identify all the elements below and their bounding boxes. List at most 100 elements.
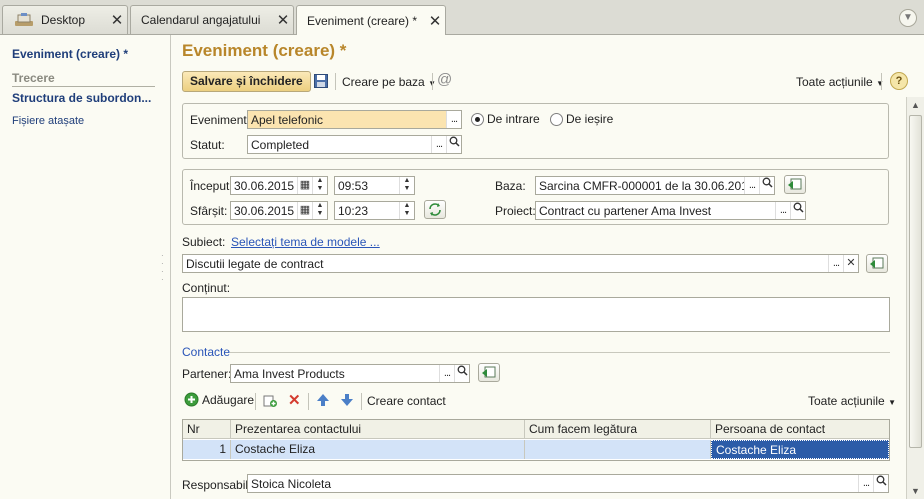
toolbar-separator [255,393,256,410]
add-icon [184,392,199,407]
calendar-icon[interactable]: ▦ [297,202,312,219]
column-header-person[interactable]: Persoana de contact [711,420,889,439]
column-header-nr[interactable]: Nr [183,420,231,439]
search-icon[interactable] [759,177,774,194]
save-icon[interactable] [314,74,328,88]
close-icon[interactable]: ✕ [273,11,293,29]
radio-selected-icon [471,112,484,126]
column-header-presentation[interactable]: Prezentarea contactului [231,420,525,439]
end-time-value: 10:23 [338,204,369,218]
project-field[interactable]: Contract cu partener Ama Invest ... [535,201,806,220]
spin-updown-icon[interactable]: ▲ ▼ [399,177,414,194]
start-date-field[interactable]: 30.06.2015 ▦ ▲ ▼ [230,176,328,195]
open-partner-button[interactable] [478,363,500,382]
tab-label: Desktop [41,13,86,27]
home-icon [13,12,35,28]
content-label: Conținut: [182,281,231,295]
select-dots-icon[interactable]: ... [431,136,446,153]
row-presentation[interactable]: Costache Eliza [231,440,525,459]
help-button[interactable]: ? [890,72,908,90]
clear-icon[interactable]: ✕ [843,255,858,272]
vertical-scrollbar[interactable]: ▲ ▼ [906,97,924,499]
event-field[interactable]: Apel telefonic ... [247,110,462,129]
schedule-group: Început: 30.06.2015 ▦ ▲ ▼ 09:53 ▲ ▼ Sfârși… [182,169,889,225]
scroll-up-icon[interactable]: ▲ [907,97,924,113]
direction-in-radio[interactable]: De intrare [471,112,540,126]
select-dots-icon[interactable]: ... [446,111,461,128]
event-group: Eveniment: Apel telefonic ... De intrare… [182,103,889,159]
subject-field[interactable]: Discutii legate de contract ... ✕ [182,254,859,273]
tab-desktop[interactable]: Desktop ✕ [2,5,128,34]
delete-icon[interactable]: ✕ [288,391,301,409]
tab-label: Calendarul angajatului [141,13,261,27]
email-at-icon[interactable]: @ [437,71,452,88]
select-dots-icon[interactable]: ... [744,177,759,194]
create-contact-button[interactable]: Creare contact [367,394,446,408]
copy-icon[interactable] [263,393,278,411]
end-time-field[interactable]: 10:23 ▲ ▼ [334,201,415,220]
start-time-field[interactable]: 09:53 ▲ ▼ [334,176,415,195]
tab-event-create[interactable]: Eveniment (creare) * ✕ [296,5,446,35]
partner-label: Partener: [182,367,232,381]
search-icon[interactable] [454,365,469,382]
scrollbar-thumb[interactable] [909,115,922,448]
open-subject-button[interactable] [866,254,888,273]
radio-empty-icon [550,112,563,126]
tab-calendar[interactable]: Calendarul angajatului ✕ [130,5,294,34]
spin-updown-icon[interactable]: ▲ ▼ [312,202,327,219]
direction-out-radio[interactable]: De ieșire [550,112,613,126]
nav-structure-link[interactable]: Structura de subordon... [12,91,151,105]
open-form-icon [870,257,884,269]
save-close-button[interactable]: Salvare și închidere [182,71,311,92]
status-field[interactable]: Completed ... [247,135,462,154]
contacts-all-actions-menu[interactable]: Toate acțiunile ▼ [808,394,896,408]
all-actions-menu[interactable]: Toate acțiunile ▼ [796,75,884,89]
add-contact-button[interactable]: Adăugare [184,392,254,407]
row-person[interactable]: Costache Eliza [711,440,889,459]
subject-template-link[interactable]: Selectați tema de modele ... [231,235,380,249]
nav-current-form[interactable]: Eveniment (creare) * [12,47,128,61]
partner-field[interactable]: Ama Invest Products ... [230,364,470,383]
table-row[interactable]: 1 Costache Eliza Costache Eliza [183,440,889,459]
toolbar-separator [881,73,882,90]
event-value: Apel telefonic [248,111,446,128]
all-actions-label: Toate acțiunile [808,394,885,408]
create-based-on-menu[interactable]: Creare pe baza ▼ [342,75,436,89]
scroll-down-icon[interactable]: ▼ [907,483,924,499]
spin-updown-icon[interactable]: ▲ ▼ [399,202,414,219]
open-form-icon [482,366,496,378]
search-icon[interactable] [446,136,461,153]
event-label: Eveniment: [190,113,251,127]
create-based-label: Creare pe baza [342,75,425,89]
content-textarea[interactable] [182,297,890,332]
project-label: Proiect: [495,204,536,218]
search-icon[interactable] [790,202,805,219]
all-actions-label: Toate acțiunile [796,75,873,89]
select-dots-icon[interactable]: ... [858,475,873,492]
contacts-table[interactable]: Nr Prezentarea contactului Cum facem leg… [182,419,890,461]
close-icon[interactable]: ✕ [107,11,127,29]
open-base-button[interactable] [784,175,806,194]
status-label: Statut: [190,138,225,152]
search-icon[interactable] [873,475,888,492]
select-dots-icon[interactable]: ... [775,202,790,219]
refresh-button[interactable] [424,200,446,219]
chevron-down-icon[interactable]: ▼ [899,9,917,27]
close-icon[interactable]: ✕ [425,12,445,30]
base-field[interactable]: Sarcina CMFR-000001 de la 30.06.2015 11:… [535,176,775,195]
nav-attached-files[interactable]: Fișiere atașate [12,115,84,127]
end-date-field[interactable]: 30.06.2015 ▦ ▲ ▼ [230,201,328,220]
row-how[interactable] [525,440,711,459]
move-up-icon[interactable] [316,393,330,410]
spin-updown-icon[interactable]: ▲ ▼ [312,177,327,194]
move-down-icon[interactable] [340,393,354,410]
select-dots-icon[interactable]: ... [439,365,454,382]
responsible-field[interactable]: Stoica Nicoleta ... [247,474,889,493]
column-header-how[interactable]: Cum facem legătura [525,420,711,439]
select-dots-icon[interactable]: ... [828,255,843,272]
panel-splitter-handle[interactable]: · · · · [161,252,165,284]
toolbar-separator [308,393,309,410]
page-title: Eveniment (creare) * [182,41,347,60]
calendar-icon[interactable]: ▦ [297,177,312,194]
start-date-value: 30.06.2015 [234,179,295,193]
